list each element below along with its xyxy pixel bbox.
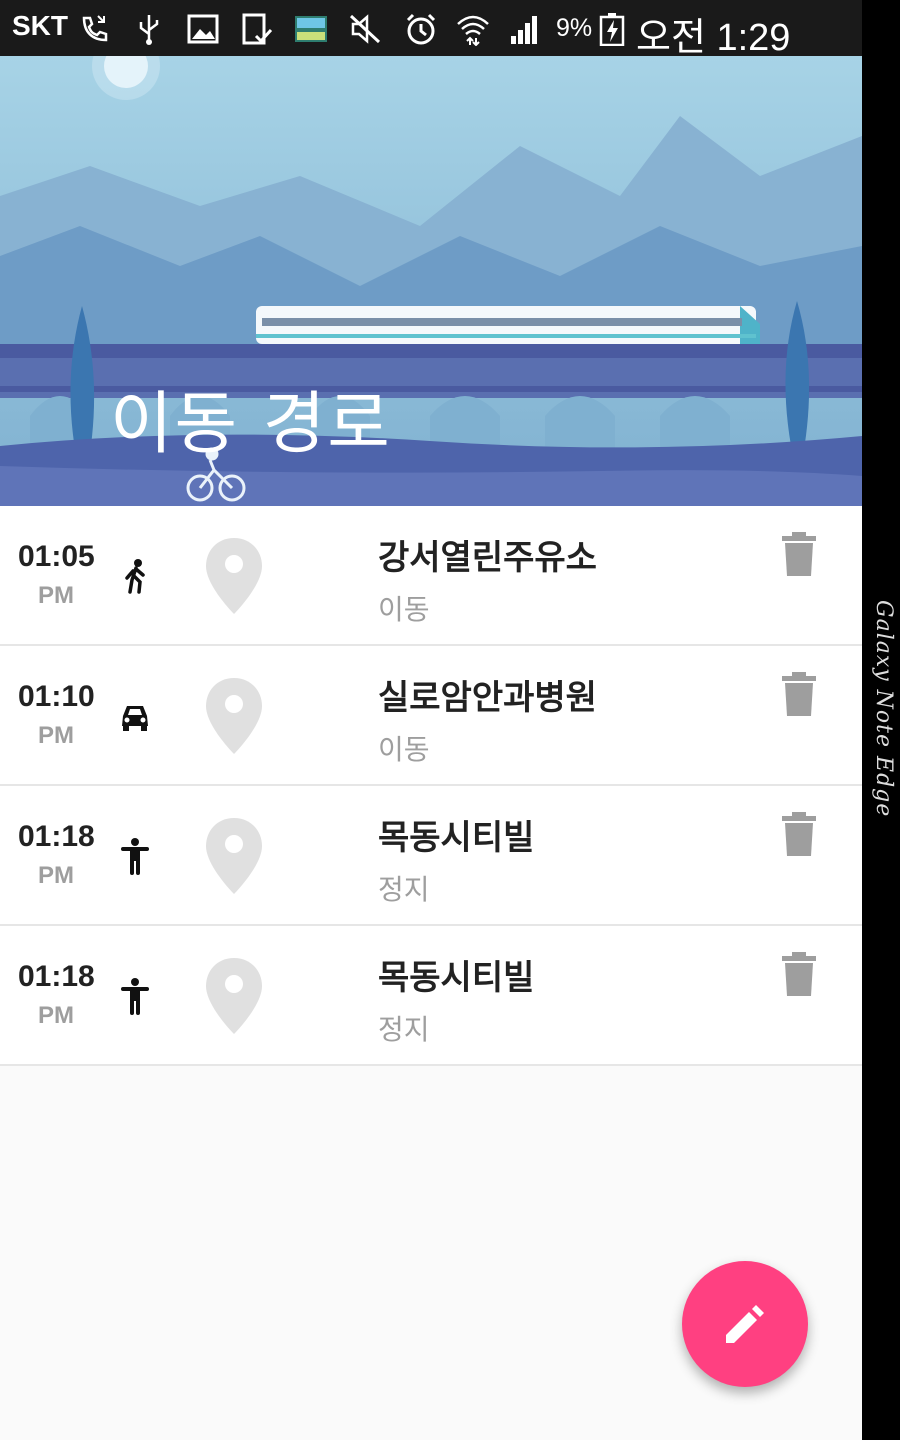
place-name: 강서열린주유소	[378, 538, 597, 578]
page-title: 이동 경로	[110, 385, 392, 464]
train-image	[256, 306, 760, 344]
time-label: 01:18	[18, 820, 95, 853]
edit-icon	[726, 1305, 764, 1343]
ampm-label: PM	[38, 722, 74, 749]
place-name: 실로암안과병원	[378, 678, 597, 718]
list-item[interactable]: 01:10 PM 실로암안과병원 이동	[0, 646, 862, 786]
movement-status: 정지	[378, 873, 430, 906]
header-banner: 이동 경로	[0, 56, 862, 506]
delete-button[interactable]	[780, 810, 818, 858]
movement-status: 정지	[378, 1013, 430, 1046]
standing-icon	[118, 836, 152, 876]
location-pin-icon	[206, 958, 262, 1034]
time-label: 01:18	[18, 960, 95, 993]
ampm-label: PM	[38, 582, 74, 609]
usb-icon	[139, 15, 159, 45]
walking-icon	[118, 556, 152, 596]
alarm-icon	[406, 13, 436, 45]
delete-button[interactable]	[780, 530, 818, 578]
device-edge-label: Galaxy Note Edge	[871, 600, 896, 818]
movement-status: 이동	[378, 733, 430, 766]
standing-icon	[118, 976, 152, 1016]
tablet-check-icon	[242, 13, 273, 45]
delete-button[interactable]	[780, 950, 818, 998]
list-item[interactable]: 01:18 PM 목동시티빌 정지	[0, 926, 862, 1066]
delete-button[interactable]	[780, 670, 818, 718]
ampm-label: PM	[38, 862, 74, 889]
time-label: 01:05	[18, 540, 95, 573]
battery-charging-icon	[599, 13, 625, 46]
clock: 오전 1:29	[636, 17, 791, 59]
photo-icon	[295, 16, 327, 42]
list-item[interactable]: 01:05 PM 강서열린주유소 이동	[0, 506, 862, 646]
ampm-label: PM	[38, 1002, 74, 1029]
location-pin-icon	[206, 678, 262, 754]
place-name: 목동시티빌	[378, 958, 535, 998]
wifi-icon	[457, 15, 489, 46]
list-item[interactable]: 01:18 PM 목동시티빌 정지	[0, 786, 862, 926]
mute-icon	[349, 14, 381, 44]
edit-fab-button[interactable]	[682, 1261, 808, 1387]
location-pin-icon	[206, 538, 262, 614]
time-label: 01:10	[18, 680, 95, 713]
image-icon	[187, 14, 219, 44]
battery-percent: 9%	[556, 14, 593, 42]
app-screen: SKT 9% 오전 1:29 이동 경로 01:05 PM 강서열린주유소 이동…	[0, 0, 862, 1440]
signal-icon	[511, 16, 537, 44]
location-pin-icon	[206, 818, 262, 894]
status-bar: SKT 9% 오전 1:29	[0, 0, 862, 59]
car-icon	[118, 696, 152, 736]
movement-status: 이동	[378, 593, 430, 626]
place-name: 목동시티빌	[378, 818, 535, 858]
phone-missed-icon	[82, 15, 108, 42]
timeline-list: 01:05 PM 강서열린주유소 이동 01:10 PM 실로암안과병원 이동 …	[0, 506, 862, 1066]
carrier-label: SKT	[12, 10, 68, 41]
